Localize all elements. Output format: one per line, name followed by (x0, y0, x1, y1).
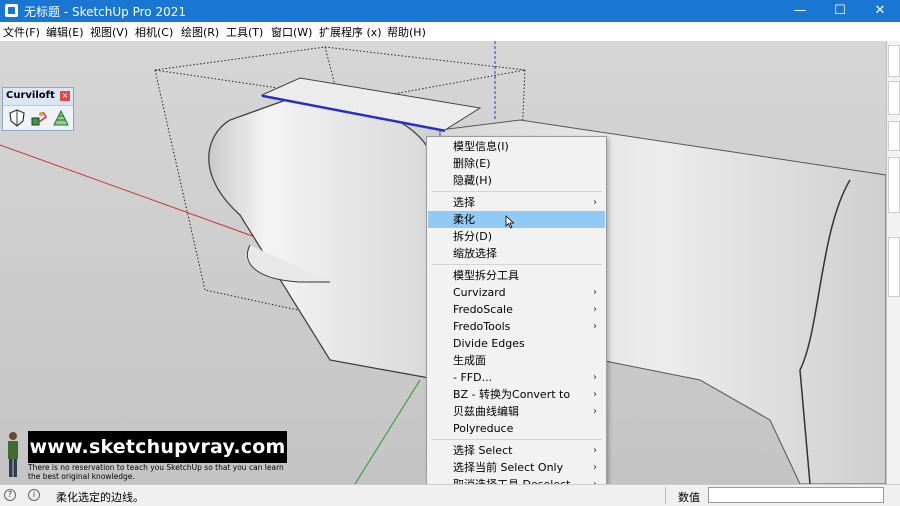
submenu-arrow-icon: › (593, 304, 597, 315)
ctx-explode[interactable]: 拆分(D) (428, 228, 605, 245)
ctx-label: Curvizard (453, 286, 506, 299)
ctx-hide[interactable]: 隐藏(H) (428, 172, 605, 189)
title-bar: 无标题 - SketchUp Pro 2021 — ☐ ✕ (0, 0, 900, 22)
watermark-subtitle: There is no reservation to teach you Ske… (28, 463, 328, 481)
help-icon[interactable]: ? (4, 489, 16, 501)
ctx-label: 选择当前 Select Only (453, 461, 564, 474)
ctx-make-faces[interactable]: 生成面 (428, 352, 605, 369)
ctx-label: 柔化 (453, 213, 475, 226)
ctx-label: 缩放选择 (453, 247, 497, 260)
ctx-label: 选择 (453, 196, 475, 209)
ctx-label: 模型信息(I) (453, 140, 509, 153)
ctx-model-info[interactable]: 模型信息(I) (428, 138, 605, 155)
status-bar: ? i 柔化选定的边线。 数值 (0, 484, 900, 506)
submenu-arrow-icon: › (593, 462, 597, 473)
ctx-label: 选择 Select (453, 444, 513, 457)
menu-window[interactable]: 窗口(W) (271, 24, 312, 40)
ctx-curvizard[interactable]: Curvizard › (428, 284, 605, 301)
menu-file[interactable]: 文件(F) (3, 24, 40, 40)
ctx-soften[interactable]: 柔化 (428, 211, 605, 229)
menu-draw[interactable]: 绘图(R) (181, 24, 219, 40)
status-divider (665, 487, 666, 504)
submenu-arrow-icon: › (593, 406, 597, 417)
tray-tab-1[interactable] (888, 45, 900, 77)
ctx-bz-convert[interactable]: BZ - 转换为Convert to › (428, 386, 605, 403)
ctx-label: 模型拆分工具 (453, 269, 519, 282)
ctx-label: FredoScale (453, 303, 513, 316)
submenu-arrow-icon: › (593, 445, 597, 456)
mouse-cursor-icon (505, 215, 515, 229)
sketchup-app-icon (5, 4, 18, 17)
ctx-bezier-edit[interactable]: 贝兹曲线编辑 › (428, 403, 605, 420)
submenu-arrow-icon: › (593, 389, 597, 400)
ctx-select[interactable]: 选择 › (428, 194, 605, 211)
ctx-separator (431, 264, 602, 265)
curviloft-loft-icon[interactable] (51, 108, 71, 128)
close-button[interactable]: ✕ (860, 0, 900, 22)
ctx-model-split-tool[interactable]: 模型拆分工具 (428, 267, 605, 284)
ctx-fredoscale[interactable]: FredoScale › (428, 301, 605, 318)
submenu-arrow-icon: › (593, 321, 597, 332)
ctx-delete[interactable]: 删除(E) (428, 155, 605, 172)
ctx-select-only[interactable]: 选择当前 Select Only › (428, 459, 605, 476)
curviloft-shield-icon[interactable] (7, 108, 27, 128)
tray-tab-4[interactable] (888, 157, 900, 213)
menu-extensions[interactable]: 扩展程序 (x) (319, 24, 382, 40)
curviloft-title: Curviloft (6, 90, 55, 101)
ctx-label: - FFD... (453, 371, 493, 384)
ctx-fredotools[interactable]: FredoTools › (428, 318, 605, 335)
watermark-line-2: the best original knowledge. (28, 472, 135, 481)
submenu-arrow-icon: › (593, 372, 597, 383)
ctx-label: 删除(E) (453, 157, 491, 170)
context-menu: 模型信息(I) 删除(E) 隐藏(H) 选择 › 柔化 拆分(D) 缩放选择 模型… (426, 136, 607, 493)
ctx-label: 隐藏(H) (453, 174, 492, 187)
ctx-label: 贝兹曲线编辑 (453, 405, 519, 418)
menu-view[interactable]: 视图(V) (90, 24, 128, 40)
status-message: 柔化选定的边线。 (56, 491, 144, 504)
curviloft-toolbar: Curviloft × (2, 87, 74, 131)
tray-tab-3[interactable] (888, 121, 900, 151)
tray-tab-2[interactable] (888, 81, 900, 115)
curviloft-close-button[interactable]: × (60, 91, 70, 101)
curviloft-skin-icon[interactable] (29, 108, 49, 128)
submenu-arrow-icon: › (593, 287, 597, 298)
menu-camera[interactable]: 相机(C) (135, 24, 173, 40)
maximize-button[interactable]: ☐ (820, 0, 860, 22)
curviloft-toolbar-header[interactable]: Curviloft × (3, 88, 73, 106)
ctx-polyreduce[interactable]: Polyreduce (428, 420, 605, 437)
ctx-label: FredoTools (453, 320, 511, 333)
ctx-label: Polyreduce (453, 422, 514, 435)
ctx-label: Divide Edges (453, 337, 525, 350)
ctx-label: BZ - 转换为Convert to (453, 388, 571, 401)
ctx-separator (431, 191, 602, 192)
minimize-button[interactable]: — (780, 0, 820, 22)
submenu-arrow-icon: › (593, 197, 597, 208)
menu-tools[interactable]: 工具(T) (226, 24, 263, 40)
ctx-select-tool[interactable]: 选择 Select › (428, 442, 605, 459)
menu-bar: 文件(F) 编辑(E) 视图(V) 相机(C) 绘图(R) 工具(T) 窗口(W… (0, 22, 900, 42)
presenter-figure-icon (8, 432, 18, 477)
measurements-input[interactable] (708, 487, 884, 503)
ctx-separator (431, 439, 602, 440)
default-tray (886, 41, 900, 484)
watermark-banner: www.sketchupvray.com (28, 431, 287, 463)
menu-edit[interactable]: 编辑(E) (46, 24, 84, 40)
measurements-label: 数值 (678, 491, 700, 504)
ctx-ffd[interactable]: - FFD... › (428, 369, 605, 386)
window-title: 无标题 - SketchUp Pro 2021 (24, 5, 186, 19)
watermark-line-1: There is no reservation to teach you Ske… (28, 463, 284, 472)
ctx-zoom-selection[interactable]: 缩放选择 (428, 245, 605, 262)
info-icon[interactable]: i (28, 489, 40, 501)
tray-tab-5[interactable] (888, 237, 900, 297)
ctx-label: 生成面 (453, 354, 486, 367)
ctx-label: 拆分(D) (453, 230, 493, 243)
ctx-divide-edges[interactable]: Divide Edges (428, 335, 605, 352)
menu-help[interactable]: 帮助(H) (387, 24, 426, 40)
